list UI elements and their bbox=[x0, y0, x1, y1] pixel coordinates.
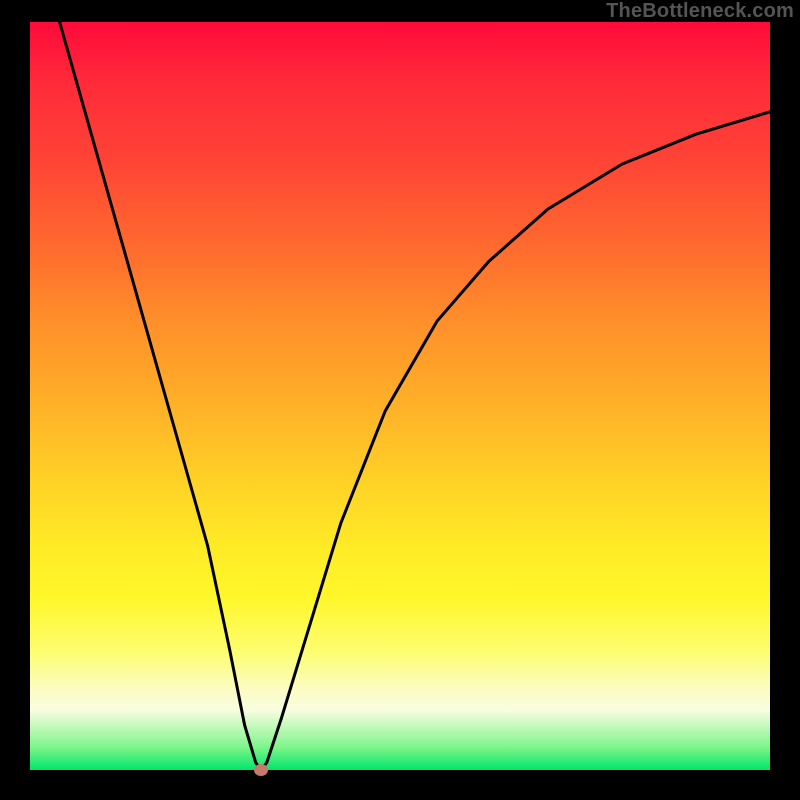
watermark-text: TheBottleneck.com bbox=[606, 0, 794, 23]
chart-frame: TheBottleneck.com bbox=[0, 0, 800, 800]
plot-area bbox=[30, 22, 770, 770]
optimum-marker bbox=[254, 764, 268, 776]
bottleneck-curve bbox=[30, 22, 770, 770]
